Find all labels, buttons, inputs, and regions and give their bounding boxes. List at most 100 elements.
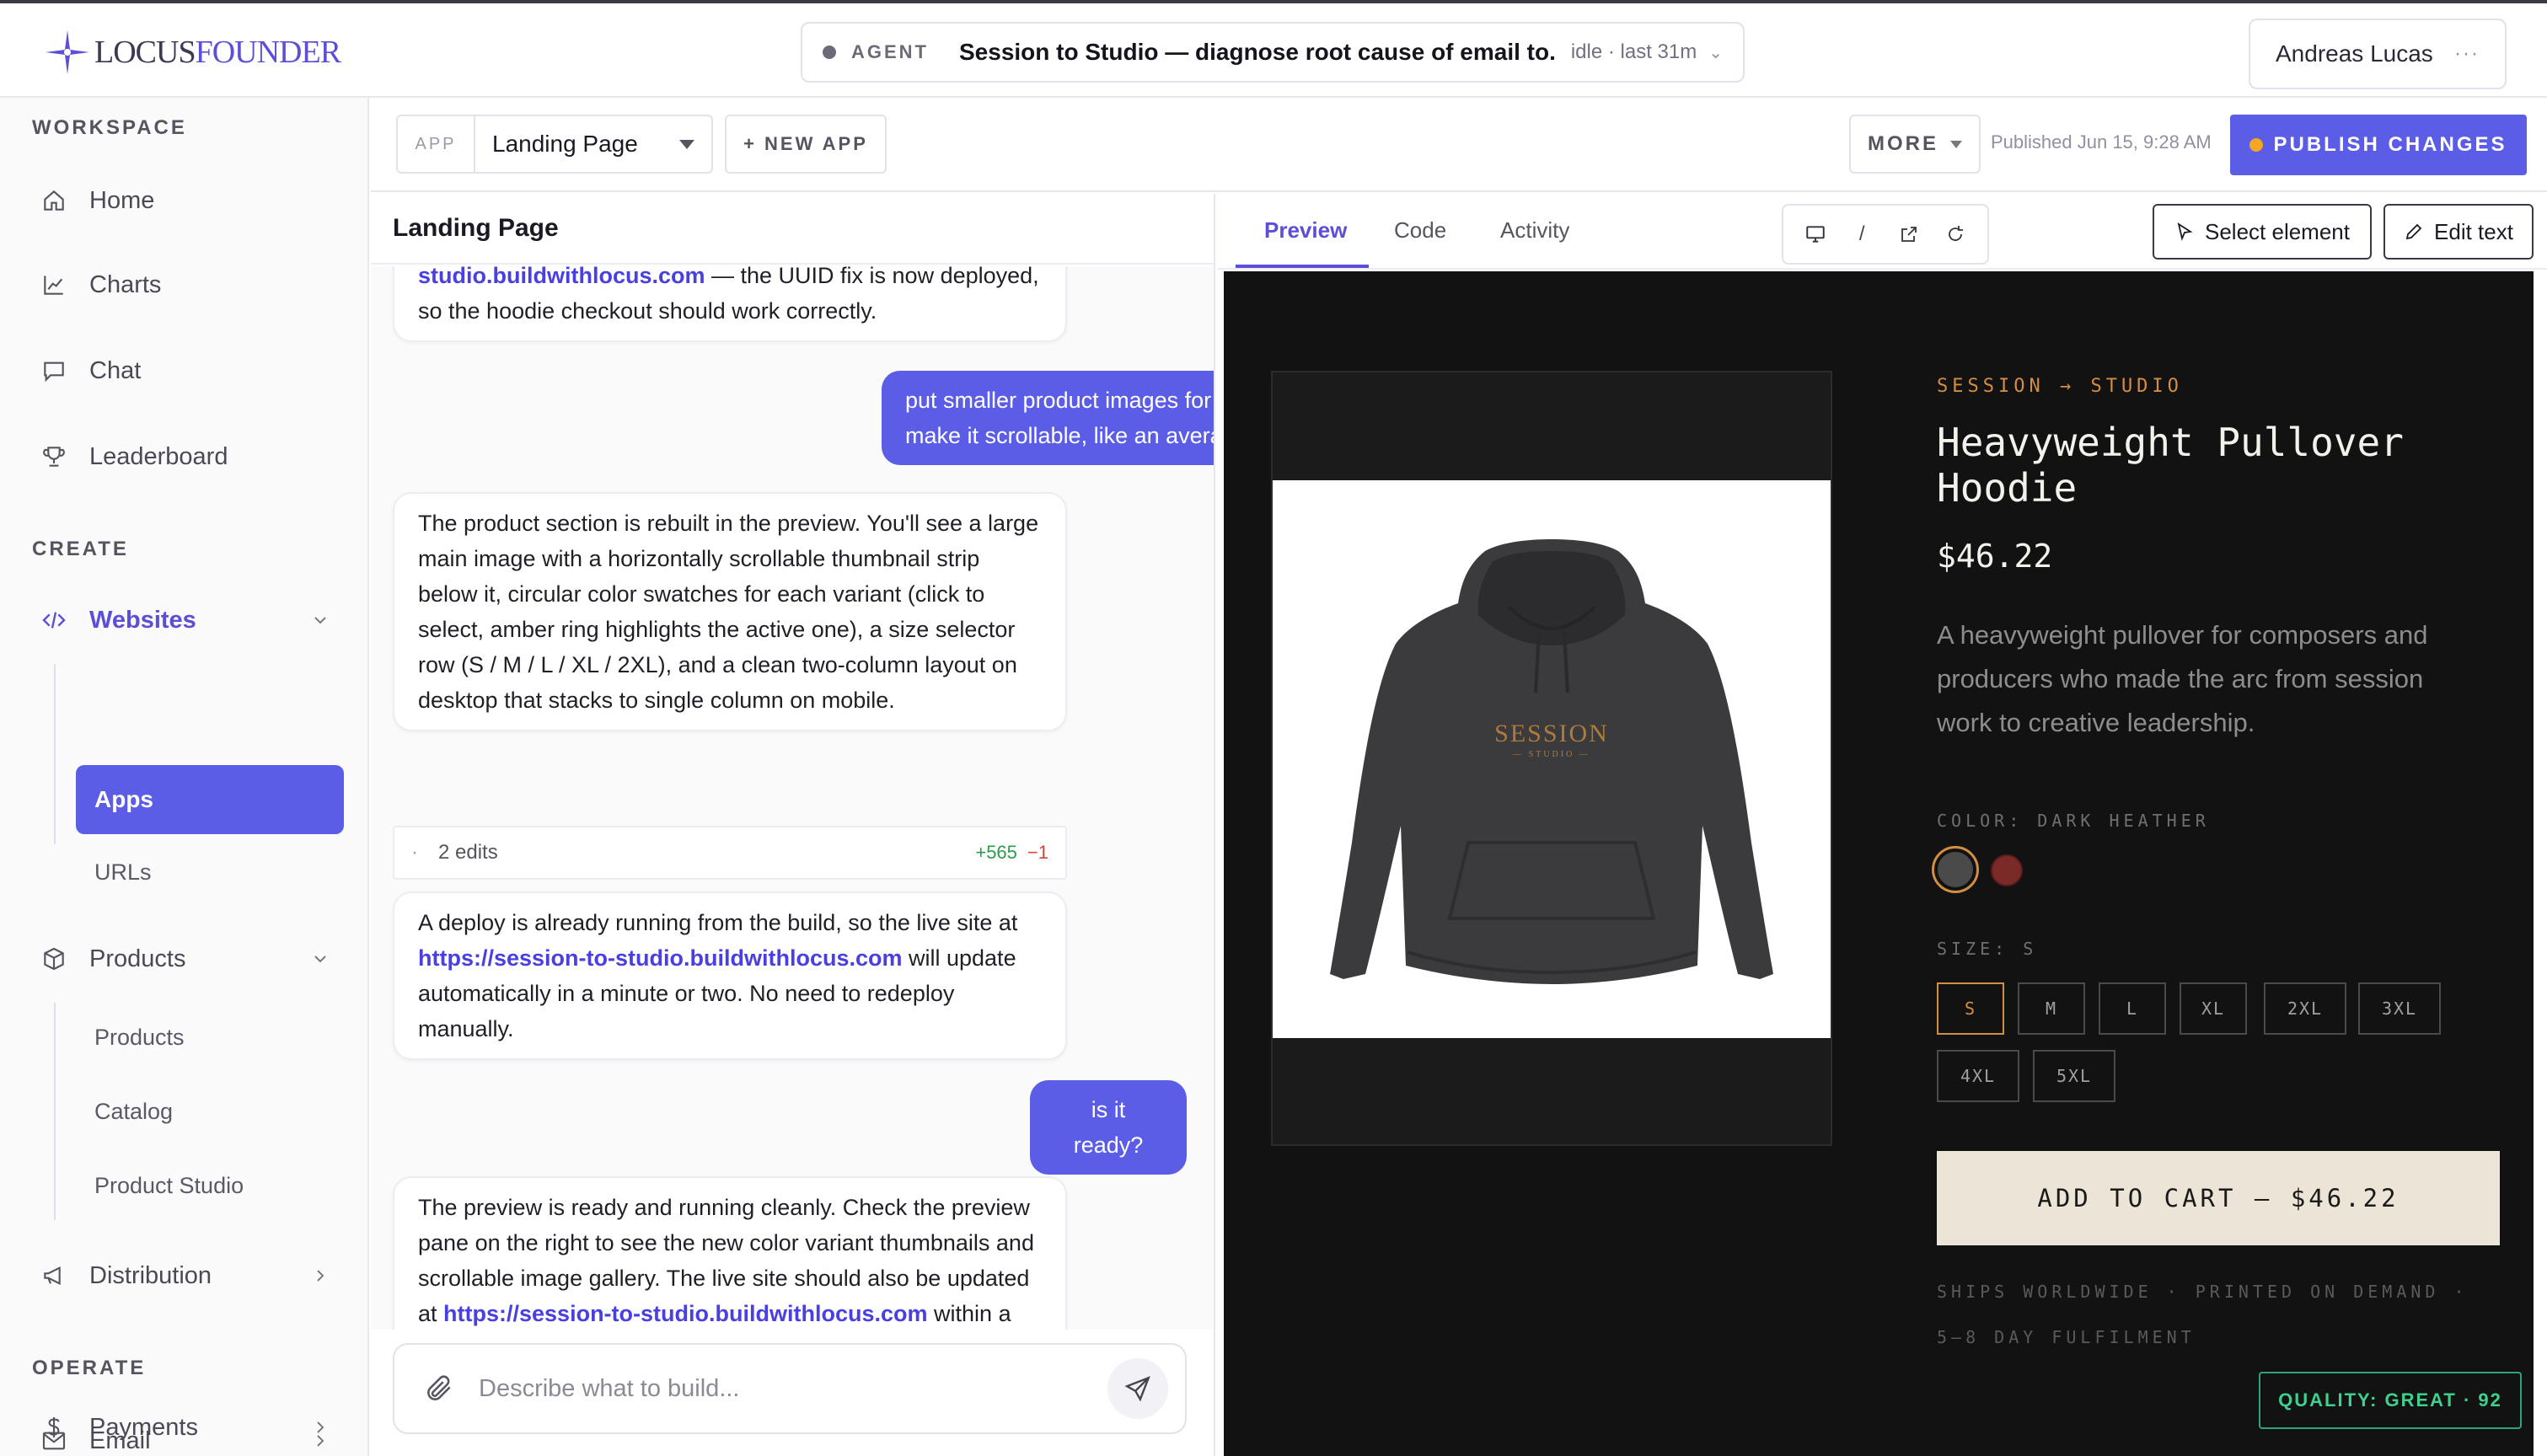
preview-toolbar: Preview Code Activity / Select element E…: [1217, 194, 2547, 270]
chat-messages[interactable]: studio.buildwithlocus.com — the UUID fix…: [371, 266, 1214, 1330]
chat-composer[interactable]: Describe what to build...: [393, 1343, 1187, 1434]
message-link[interactable]: https://session-to-studio.buildwithlocus…: [418, 945, 903, 971]
hoodie-print-text: SESSION: [1494, 720, 1609, 747]
composer-input[interactable]: Describe what to build...: [479, 1375, 1107, 1403]
edit-text-button[interactable]: Edit text: [2383, 204, 2534, 260]
agent-session-selector[interactable]: AGENT Session to Studio — diagnose root …: [801, 22, 1745, 83]
app-selector[interactable]: APP Landing Page: [396, 115, 713, 174]
sidebar-item-charts[interactable]: Charts: [20, 254, 349, 315]
box-icon: [44, 947, 64, 971]
agent-session-title: Session to Studio — diagnose root cause …: [959, 39, 1554, 65]
tab-activity[interactable]: Activity: [1500, 217, 1569, 244]
message-text: put smaller product images for each colo…: [905, 388, 1214, 448]
color-label: COLOR: DARK HEATHER: [1937, 811, 2210, 831]
sidebar: WORKSPACE Home Charts Chat Leaderboard C…: [0, 98, 369, 1456]
assistant-message: The preview is ready and running cleanly…: [393, 1176, 1067, 1330]
edits-summary[interactable]: · 2 edits +565 −1: [393, 826, 1067, 880]
sidebar-item-label: Websites: [89, 606, 196, 634]
sidebar-item-distribution[interactable]: Distribution: [20, 1245, 349, 1306]
more-button[interactable]: MORE: [1849, 115, 1981, 174]
paperclip-icon[interactable]: [423, 1373, 455, 1405]
product-main-image[interactable]: SESSION — STUDIO —: [1273, 480, 1831, 1038]
swatch-dark-heather[interactable]: [1932, 846, 1979, 893]
size-option-2xl[interactable]: 2XL: [2264, 982, 2346, 1035]
size-option-s[interactable]: S: [1937, 982, 2004, 1035]
sidebar-item-apps[interactable]: Apps: [76, 765, 344, 834]
cursor-icon: [2177, 222, 2193, 241]
size-option-4xl[interactable]: 4XL: [1937, 1050, 2019, 1102]
caret-down-icon: [679, 139, 694, 149]
chevron-right-icon[interactable]: [310, 1417, 330, 1437]
external-link-icon[interactable]: [1897, 222, 1921, 246]
agent-status-dot: [823, 46, 836, 59]
sidebar-item-products-list[interactable]: Products: [94, 1025, 185, 1051]
message-text: is it ready?: [1073, 1097, 1144, 1158]
chevron-down-icon[interactable]: [310, 610, 330, 630]
assistant-message: The product section is rebuilt in the pr…: [393, 492, 1067, 731]
product-gallery[interactable]: SESSION — STUDIO —: [1271, 371, 1832, 1146]
brand-logo[interactable]: LOCUSFOUNDER: [42, 27, 341, 78]
size-option-5xl[interactable]: 5XL: [2033, 1050, 2115, 1102]
sidebar-item-chat[interactable]: Chat: [20, 340, 349, 401]
chevron-down-icon: ⌄: [1708, 43, 1723, 62]
more-icon[interactable]: ···: [2454, 42, 2480, 66]
sidebar-item-leaderboard[interactable]: Leaderboard: [20, 426, 349, 487]
desktop-icon[interactable]: [1804, 222, 1827, 246]
product-description: A heavyweight pullover for composers and…: [1937, 620, 2428, 737]
select-element-label: Select element: [2205, 218, 2350, 244]
sidebar-item-home[interactable]: Home: [20, 170, 349, 231]
size-option-3xl[interactable]: 3XL: [2358, 982, 2441, 1035]
edit-text-label: Edit text: [2434, 218, 2513, 244]
chat-title: Landing Page: [371, 194, 1214, 265]
sidebar-section-workspace: WORKSPACE: [32, 116, 187, 139]
tab-code[interactable]: Code: [1394, 217, 1446, 244]
message-link[interactable]: studio.buildwithlocus.com: [418, 266, 705, 288]
tab-preview[interactable]: Preview: [1264, 217, 1347, 244]
user-menu[interactable]: Andreas Lucas ···: [2249, 19, 2507, 89]
fulfilment-info: 5–8 DAY FULFILMENT: [1937, 1327, 2196, 1347]
edits-count: 2 edits: [438, 841, 498, 864]
chevron-down-icon[interactable]: [310, 949, 330, 969]
sidebar-item-label: Home: [89, 186, 155, 214]
refresh-icon[interactable]: [1944, 222, 1967, 246]
swatch-maroon[interactable]: [1991, 854, 2023, 886]
select-element-button[interactable]: Select element: [2153, 204, 2372, 260]
sidebar-item-urls[interactable]: URLs: [94, 859, 152, 886]
sidebar-item-label: Charts: [89, 270, 162, 298]
trophy-icon: [43, 447, 65, 467]
active-tab-indicator: [1236, 265, 1369, 268]
send-button[interactable]: [1107, 1358, 1168, 1419]
assistant-message: A deploy is already running from the bui…: [393, 891, 1067, 1060]
chat-icon: [44, 361, 64, 383]
new-app-button[interactable]: + NEW APP: [725, 115, 887, 174]
app-selector-tag: APP: [398, 116, 475, 172]
product-price: $46.22: [1937, 538, 2053, 575]
sidebar-item-payments[interactable]: Payments: [20, 1397, 349, 1456]
message-text: A deploy is already running from the bui…: [418, 910, 1018, 935]
sidebar-item-products[interactable]: Products: [20, 929, 349, 989]
size-option-l[interactable]: L: [2099, 982, 2166, 1035]
publish-changes-button[interactable]: PUBLISH CHANGES: [2230, 115, 2527, 175]
user-name: Andreas Lucas: [2276, 40, 2433, 67]
user-message: is it ready?: [1030, 1080, 1187, 1175]
dollar-icon: [48, 1417, 60, 1437]
size-option-m[interactable]: M: [2018, 982, 2085, 1035]
add-to-cart-button[interactable]: ADD TO CART — $46.22: [1937, 1151, 2500, 1245]
send-icon: [1124, 1376, 1150, 1402]
lines-added: +565: [975, 842, 1017, 863]
sidebar-section-operate: OPERATE: [32, 1357, 147, 1379]
agent-status-text: idle · last 31m: [1570, 40, 1697, 63]
shipping-info: SHIPS WORLDWIDE · PRINTED ON DEMAND ·: [1937, 1282, 2469, 1302]
size-option-xl[interactable]: XL: [2180, 982, 2247, 1035]
chevron-right-icon[interactable]: [310, 1266, 330, 1286]
quality-badge[interactable]: QUALITY: GREAT · 92: [2259, 1372, 2522, 1429]
sidebar-item-websites[interactable]: Websites: [20, 590, 349, 650]
brand-name: LOCUSFOUNDER: [94, 35, 341, 70]
sidebar-item-label: Products: [89, 945, 186, 972]
message-link[interactable]: https://session-to-studio.buildwithlocus…: [443, 1301, 928, 1326]
bullet-icon: ·: [411, 841, 418, 864]
sidebar-item-product-studio[interactable]: Product Studio: [94, 1173, 244, 1199]
chat-panel: Landing Page studio.buildwithlocus.com —…: [371, 194, 1215, 1456]
store-preview: SESSION — STUDIO — SESSION → STUDIO Heav…: [1224, 271, 2534, 1456]
sidebar-item-catalog[interactable]: Catalog: [94, 1099, 173, 1125]
